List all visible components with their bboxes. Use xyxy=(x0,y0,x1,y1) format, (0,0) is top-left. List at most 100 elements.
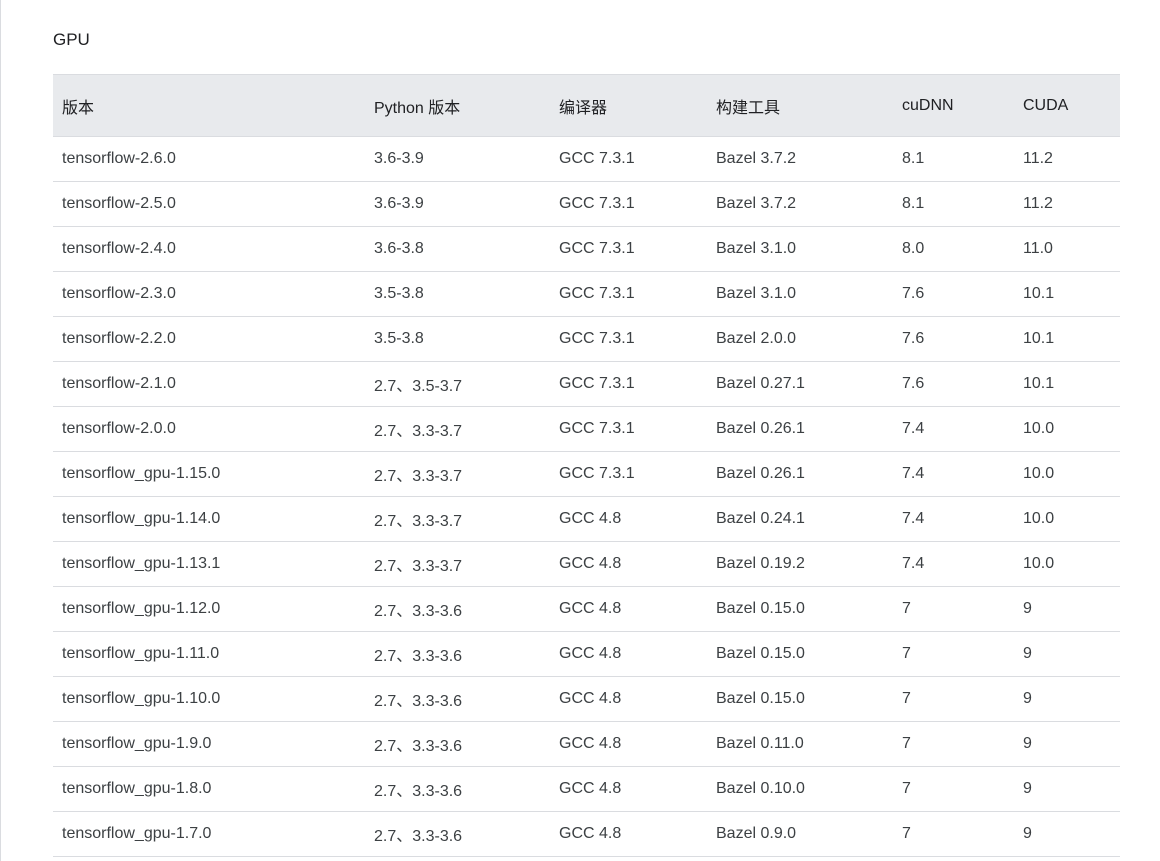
cell-version: tensorflow_gpu-1.10.0 xyxy=(53,676,365,722)
cell-version: tensorflow_gpu-1.15.0 xyxy=(53,451,365,497)
cell-cuda: 9 xyxy=(1014,721,1120,767)
cell-cuda: 9 xyxy=(1014,631,1120,677)
cell-compiler: GCC 7.3.1 xyxy=(550,271,707,317)
cell-version: tensorflow_gpu-1.12.0 xyxy=(53,586,365,632)
cell-build-tool: Bazel 0.24.1 xyxy=(707,496,893,542)
cell-python: 2.7、3.5-3.7 xyxy=(365,361,550,407)
cell-python: 2.7、3.3-3.6 xyxy=(365,586,550,632)
cell-compiler: GCC 7.3.1 xyxy=(550,361,707,407)
cell-python: 2.7、3.3-3.6 xyxy=(365,811,550,857)
cell-cudnn: 7 xyxy=(893,721,1014,767)
cell-version: tensorflow-2.3.0 xyxy=(53,271,365,317)
cell-cudnn: 7 xyxy=(893,766,1014,812)
cell-version: tensorflow_gpu-1.14.0 xyxy=(53,496,365,542)
cell-build-tool: Bazel 2.0.0 xyxy=(707,316,893,362)
cell-version: tensorflow_gpu-1.13.1 xyxy=(53,541,365,587)
column-header-build-tool: 构建工具 xyxy=(707,74,893,137)
cell-build-tool: Bazel 0.11.0 xyxy=(707,721,893,767)
cell-compiler: GCC 4.8 xyxy=(550,541,707,587)
cell-build-tool: Bazel 0.19.2 xyxy=(707,541,893,587)
cell-compiler: GCC 7.3.1 xyxy=(550,406,707,452)
cell-cudnn: 7 xyxy=(893,631,1014,677)
table-row: tensorflow_gpu-1.12.0 2.7、3.3-3.6 GCC 4.8 B… xyxy=(53,586,1120,632)
cell-compiler: GCC 4.8 xyxy=(550,496,707,542)
cell-cuda: 9 xyxy=(1014,811,1120,857)
cell-version: tensorflow-2.6.0 xyxy=(53,136,365,182)
cell-python: 2.7、3.3-3.6 xyxy=(365,631,550,677)
cell-python: 3.5-3.8 xyxy=(365,271,550,317)
cell-python: 2.7、3.3-3.6 xyxy=(365,676,550,722)
table-row: tensorflow-2.6.0 3.6-3.9 GCC 7.3.1 Bazel 3.… xyxy=(53,136,1120,182)
cell-build-tool: Bazel 3.1.0 xyxy=(707,226,893,272)
cell-compiler: GCC 7.3.1 xyxy=(550,136,707,182)
cell-build-tool: Bazel 3.7.2 xyxy=(707,181,893,227)
cell-python: 3.5-3.8 xyxy=(365,316,550,362)
cell-version: tensorflow_gpu-1.8.0 xyxy=(53,766,365,812)
cell-cuda: 10.0 xyxy=(1014,451,1120,497)
cell-version: tensorflow-2.5.0 xyxy=(53,181,365,227)
cell-version: tensorflow-2.1.0 xyxy=(53,361,365,407)
cell-cudnn: 7.4 xyxy=(893,451,1014,497)
cell-build-tool: Bazel 0.10.0 xyxy=(707,766,893,812)
cell-build-tool: Bazel 0.15.0 xyxy=(707,631,893,677)
column-header-cudnn: cuDNN xyxy=(893,74,1014,137)
table-row: tensorflow_gpu-1.7.0 2.7、3.3-3.6 GCC 4.8 Ba… xyxy=(53,811,1120,857)
cell-python: 2.7、3.3-3.7 xyxy=(365,496,550,542)
cell-cuda: 10.1 xyxy=(1014,271,1120,317)
cell-cuda: 9 xyxy=(1014,766,1120,812)
table-row: tensorflow-2.0.0 2.7、3.3-3.7 GCC 7.3.1 Baze… xyxy=(53,406,1120,452)
cell-cudnn: 8.1 xyxy=(893,181,1014,227)
cell-version: tensorflow_gpu-1.7.0 xyxy=(53,811,365,857)
gpu-compatibility-table: 版本 Python 版本 编译器 构建工具 cuDNN CUDA tensorf… xyxy=(53,74,1120,857)
cell-compiler: GCC 4.8 xyxy=(550,811,707,857)
table-row: tensorflow-2.3.0 3.5-3.8 GCC 7.3.1 Bazel 3.… xyxy=(53,271,1120,317)
table-row: tensorflow_gpu-1.15.0 2.7、3.3-3.7 GCC 7.3.… xyxy=(53,451,1120,497)
column-header-python: Python 版本 xyxy=(365,74,550,137)
cell-version: tensorflow_gpu-1.9.0 xyxy=(53,721,365,767)
cell-compiler: GCC 4.8 xyxy=(550,586,707,632)
cell-python: 2.7、3.3-3.7 xyxy=(365,406,550,452)
cell-version: tensorflow_gpu-1.11.0 xyxy=(53,631,365,677)
cell-compiler: GCC 4.8 xyxy=(550,676,707,722)
cell-version: tensorflow-2.0.0 xyxy=(53,406,365,452)
cell-compiler: GCC 7.3.1 xyxy=(550,181,707,227)
cell-python: 2.7、3.3-3.7 xyxy=(365,541,550,587)
cell-cuda: 11.0 xyxy=(1014,226,1120,272)
cell-cudnn: 7 xyxy=(893,811,1014,857)
cell-cudnn: 7 xyxy=(893,586,1014,632)
cell-cudnn: 7.6 xyxy=(893,361,1014,407)
table-row: tensorflow_gpu-1.13.1 2.7、3.3-3.7 GCC 4.8 B… xyxy=(53,541,1120,587)
cell-compiler: GCC 7.3.1 xyxy=(550,451,707,497)
cell-python: 2.7、3.3-3.7 xyxy=(365,451,550,497)
cell-python: 2.7、3.3-3.6 xyxy=(365,766,550,812)
cell-python: 3.6-3.9 xyxy=(365,181,550,227)
cell-build-tool: Bazel 3.7.2 xyxy=(707,136,893,182)
table-row: tensorflow_gpu-1.14.0 2.7、3.3-3.7 GCC 4.8 B… xyxy=(53,496,1120,542)
cell-python: 2.7、3.3-3.6 xyxy=(365,721,550,767)
cell-python: 3.6-3.9 xyxy=(365,136,550,182)
cell-compiler: GCC 4.8 xyxy=(550,721,707,767)
table-row: tensorflow-2.4.0 3.6-3.8 GCC 7.3.1 Bazel 3.… xyxy=(53,226,1120,272)
cell-cuda: 10.1 xyxy=(1014,316,1120,362)
cell-compiler: GCC 4.8 xyxy=(550,631,707,677)
cell-cudnn: 7.6 xyxy=(893,271,1014,317)
cell-build-tool: Bazel 3.1.0 xyxy=(707,271,893,317)
cell-cudnn: 7 xyxy=(893,676,1014,722)
cell-build-tool: Bazel 0.9.0 xyxy=(707,811,893,857)
cell-build-tool: Bazel 0.15.0 xyxy=(707,676,893,722)
cell-build-tool: Bazel 0.26.1 xyxy=(707,451,893,497)
cell-cudnn: 7.4 xyxy=(893,496,1014,542)
cell-cuda: 9 xyxy=(1014,586,1120,632)
table-row: tensorflow-2.2.0 3.5-3.8 GCC 7.3.1 Bazel 2.… xyxy=(53,316,1120,362)
cell-build-tool: Bazel 0.26.1 xyxy=(707,406,893,452)
table-row: tensorflow_gpu-1.8.0 2.7、3.3-3.6 GCC 4.8 Ba… xyxy=(53,766,1120,812)
cell-version: tensorflow-2.2.0 xyxy=(53,316,365,362)
table-row: tensorflow-2.1.0 2.7、3.5-3.7 GCC 7.3.1 Baze… xyxy=(53,361,1120,407)
table-row: tensorflow-2.5.0 3.6-3.9 GCC 7.3.1 Bazel 3.… xyxy=(53,181,1120,227)
cell-compiler: GCC 7.3.1 xyxy=(550,226,707,272)
cell-cuda: 10.1 xyxy=(1014,361,1120,407)
table-header-row: 版本 Python 版本 编译器 构建工具 cuDNN CUDA xyxy=(53,74,1120,137)
cell-cudnn: 7.4 xyxy=(893,541,1014,587)
cell-cuda: 10.0 xyxy=(1014,496,1120,542)
cell-compiler: GCC 7.3.1 xyxy=(550,316,707,362)
